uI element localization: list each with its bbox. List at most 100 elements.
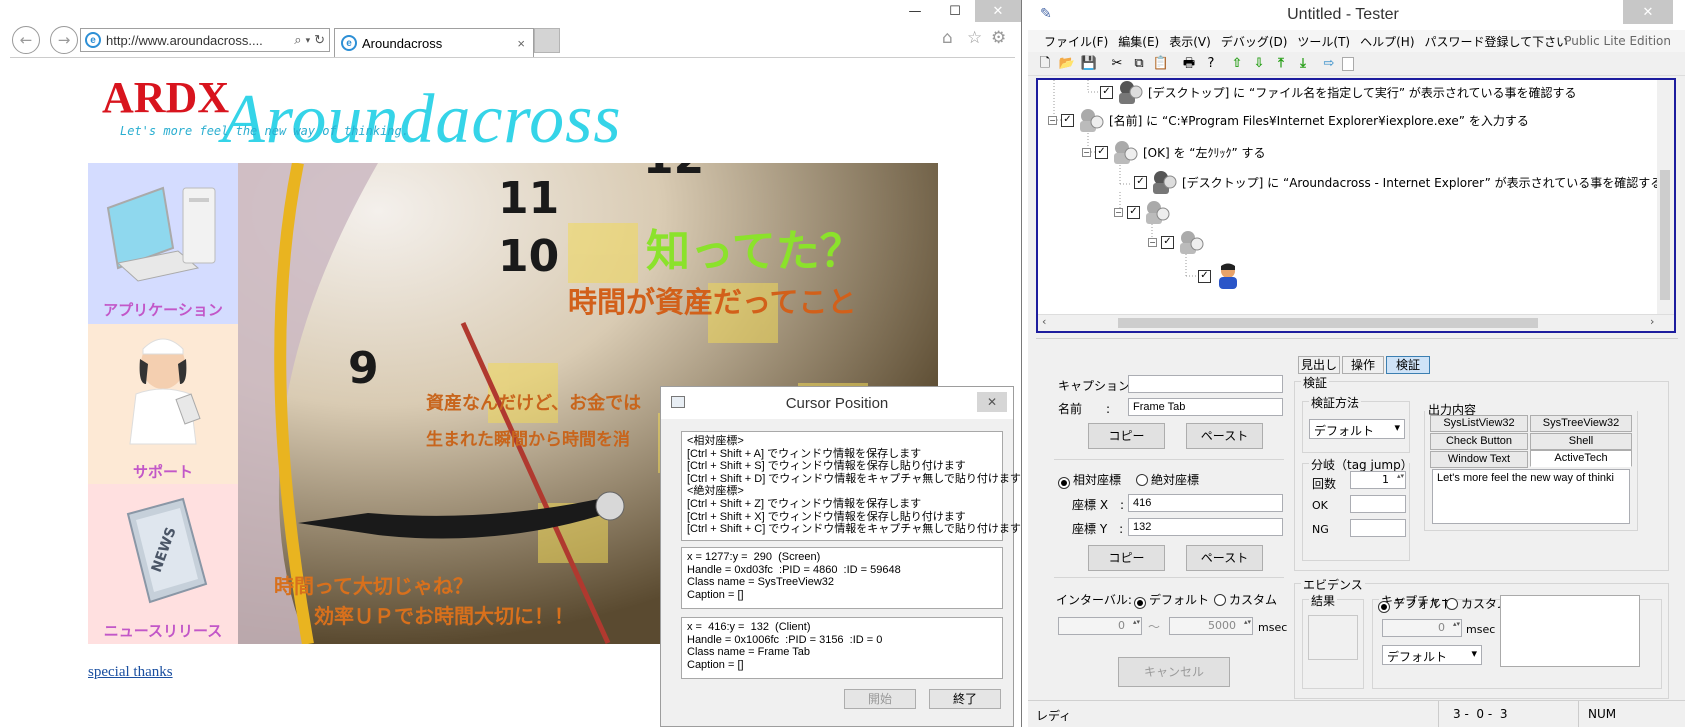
interval-from-spinner[interactable]: 0 (1058, 617, 1142, 635)
node-checkbox[interactable]: ✓ (1100, 85, 1113, 99)
collapse-icon[interactable]: − (1048, 115, 1057, 125)
help-icon[interactable]: ? (1202, 55, 1220, 73)
tree-node[interactable]: ✓ [デスクトップ] に “ファイル名を指定して実行” が表示されている事を確認… (1100, 80, 1577, 104)
name-field[interactable]: Frame Tab (1128, 398, 1283, 416)
dropdown-icon[interactable]: ▾ (306, 35, 311, 46)
collapse-icon[interactable]: − (1082, 147, 1091, 157)
scroll-left-icon[interactable]: ‹ (1042, 315, 1046, 328)
menu-file[interactable]: ファイル(F) (1039, 33, 1113, 50)
tab-activetech[interactable]: ActiveTech (1530, 450, 1632, 467)
address-bar[interactable]: e http://www.aroundacross.... ⌕ ▾ ↻ (80, 28, 330, 52)
tab-heading[interactable]: 見出し (1298, 356, 1340, 374)
collapse-icon[interactable]: − (1148, 237, 1157, 247)
paste-icon[interactable]: 📋 (1152, 55, 1170, 73)
new-file-icon[interactable]: 🗋 (1036, 55, 1054, 73)
end-button[interactable]: 終了 (929, 689, 1001, 709)
collapse-icon[interactable]: − (1114, 207, 1123, 217)
new-tab-button[interactable] (534, 28, 560, 53)
node-checkbox[interactable]: ✓ (1095, 145, 1108, 159)
tree-node[interactable]: − ✓ (1148, 230, 1209, 254)
tab-close-icon[interactable]: × (517, 36, 525, 51)
sidebar-item-application[interactable]: アプリケーション (88, 163, 238, 324)
start-button[interactable]: 開始 (844, 689, 916, 709)
interval-default-radio[interactable]: デフォルト (1134, 591, 1209, 609)
special-thanks-link[interactable]: special thanks (88, 664, 173, 681)
refresh-icon[interactable]: ↻ (314, 32, 325, 48)
tab-verify[interactable]: 検証 (1386, 356, 1430, 374)
copy-icon[interactable]: ⧉ (1130, 55, 1148, 73)
interval-custom-radio[interactable]: カスタム (1214, 591, 1277, 608)
coord-y-field[interactable]: 132 (1128, 518, 1283, 536)
tree-node[interactable]: ✓ [デスクトップ] に “Aroundacross - Internet Ex… (1134, 170, 1662, 194)
minimize-button[interactable]: — (895, 0, 935, 22)
tree-node-selected[interactable]: ✓ (1198, 263, 1246, 289)
capture-default-radio[interactable]: デフォルト (1378, 595, 1453, 613)
menu-view[interactable]: 表示(V) (1164, 33, 1216, 50)
copy-button[interactable]: コピー (1088, 423, 1165, 449)
sidebar-item-news[interactable]: NEWS ニュースリリース (88, 484, 238, 644)
close-button[interactable]: ✕ (975, 0, 1021, 22)
address-text[interactable]: http://www.aroundacross.... (106, 33, 290, 48)
blank-icon[interactable] (1342, 57, 1354, 71)
open-folder-icon[interactable]: 📂 (1058, 55, 1076, 73)
export-icon[interactable]: ⇨ (1320, 55, 1338, 73)
sidebar-item-support[interactable]: サポート (88, 324, 238, 484)
caption-field[interactable] (1128, 375, 1283, 393)
ok-jump-field[interactable] (1350, 495, 1406, 513)
node-checkbox[interactable]: ✓ (1127, 205, 1140, 219)
capture-list[interactable] (1500, 595, 1640, 667)
cut-icon[interactable]: ✂ (1108, 55, 1126, 73)
tab-syslistview32[interactable]: SysListView32 (1430, 415, 1528, 432)
node-checkbox[interactable]: ✓ (1134, 175, 1147, 189)
output-textbox[interactable]: Let's more feel the new way of thinki (1432, 469, 1630, 524)
arrow-top-icon[interactable]: ⤒ (1272, 55, 1290, 73)
test-tree-view[interactable]: ✓ [デスクトップ] に “ファイル名を指定して実行” が表示されている事を確認… (1036, 78, 1676, 333)
tab-operation[interactable]: 操作 (1342, 356, 1384, 374)
back-button[interactable]: ← (12, 26, 40, 54)
count-spinner[interactable]: 1 (1350, 471, 1406, 489)
node-checkbox[interactable]: ✓ (1161, 235, 1174, 249)
maximize-button[interactable]: ☐ (935, 0, 975, 22)
capture-select[interactable]: デフォルト (1382, 645, 1482, 665)
node-checkbox[interactable]: ✓ (1198, 269, 1211, 283)
print-icon[interactable]: 🖶 (1180, 55, 1198, 73)
tab-window-text[interactable]: Window Text (1430, 451, 1528, 468)
browser-tab[interactable]: e Aroundacross × (334, 28, 534, 57)
close-button[interactable]: ✕ (1623, 0, 1673, 24)
cancel-button[interactable]: キャンセル (1118, 657, 1230, 687)
paste-button-2[interactable]: ペースト (1186, 545, 1263, 571)
arrow-down-icon[interactable]: ⇩ (1250, 55, 1268, 73)
relative-radio[interactable]: 相対座標 (1058, 471, 1121, 489)
tab-shell[interactable]: Shell (1530, 433, 1632, 450)
tree-vertical-scrollbar[interactable] (1657, 80, 1674, 314)
absolute-radio[interactable]: 絶対座標 (1136, 471, 1199, 488)
forward-button[interactable]: → (50, 26, 78, 54)
ng-jump-field[interactable] (1350, 519, 1406, 537)
arrow-bottom-icon[interactable]: ⤓ (1294, 55, 1312, 73)
dialog-close-button[interactable]: ✕ (977, 392, 1007, 412)
menu-edit[interactable]: 編集(E) (1113, 33, 1164, 50)
scrollbar-thumb[interactable] (1660, 170, 1670, 300)
arrow-up-icon[interactable]: ⇧ (1228, 55, 1246, 73)
verify-method-select[interactable]: デフォルト (1309, 419, 1405, 439)
tree-node[interactable]: − ✓ [OK] を “左ｸﾘｯｸ” する (1082, 140, 1266, 164)
scrollbar-thumb[interactable] (1118, 318, 1538, 328)
menu-debug[interactable]: デバッグ(D) (1216, 33, 1293, 50)
node-checkbox[interactable]: ✓ (1061, 113, 1074, 127)
interval-to-spinner[interactable]: 5000 (1169, 617, 1253, 635)
paste-button[interactable]: ペースト (1186, 423, 1263, 449)
search-icon[interactable]: ⌕ (294, 32, 301, 48)
home-icon[interactable]: ⌂ (942, 28, 953, 48)
tree-horizontal-scrollbar[interactable]: ‹ › (1038, 314, 1674, 331)
menu-tools[interactable]: ツール(T) (1292, 33, 1355, 50)
tab-check-button[interactable]: Check Button (1430, 433, 1528, 450)
save-icon[interactable]: 💾 (1080, 55, 1098, 73)
favorites-icon[interactable]: ☆ (967, 28, 982, 48)
gear-icon[interactable]: ⚙ (991, 28, 1006, 48)
copy-button-2[interactable]: コピー (1088, 545, 1165, 571)
tab-systreeview32[interactable]: SysTreeView32 (1530, 415, 1632, 432)
scroll-right-icon[interactable]: › (1650, 315, 1654, 328)
menu-register[interactable]: パスワード登録して下さい (1420, 33, 1574, 50)
tree-node[interactable]: − ✓ [名前] に “C:¥Program Files¥Internet Ex… (1048, 108, 1529, 132)
tree-node[interactable]: − ✓ (1114, 200, 1175, 224)
